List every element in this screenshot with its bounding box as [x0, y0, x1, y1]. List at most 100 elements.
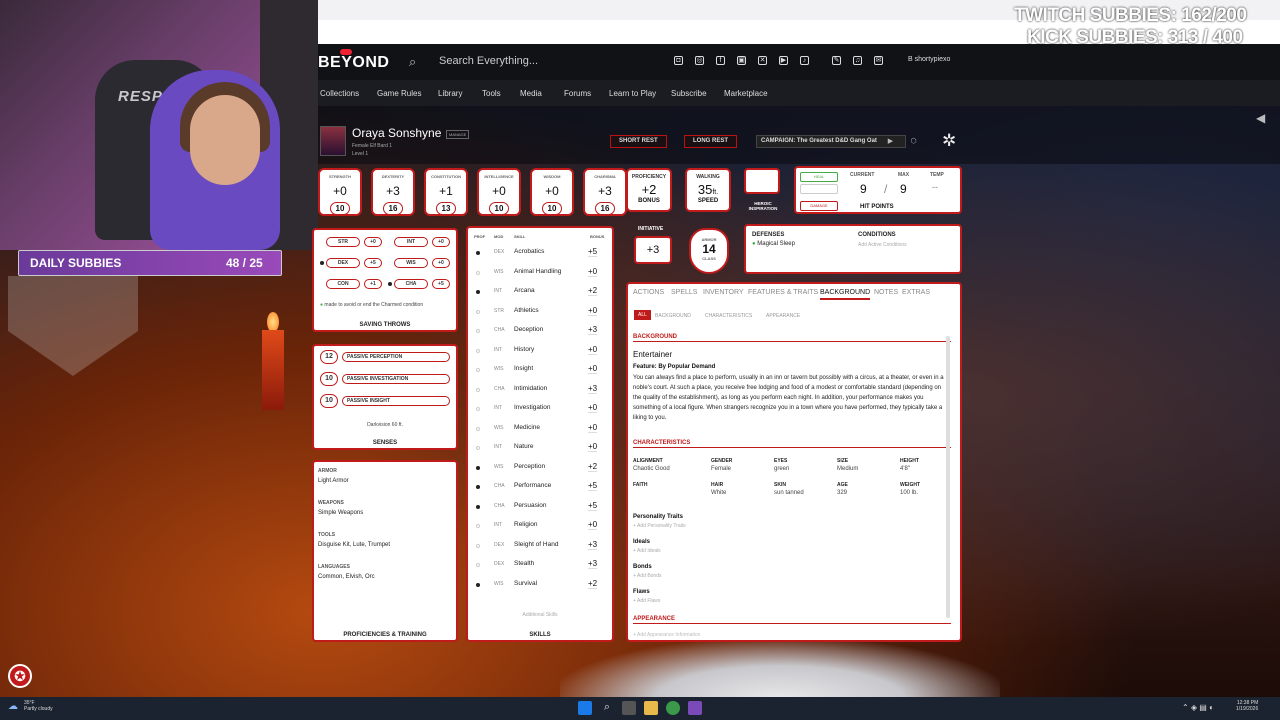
- skill-row-perception[interactable]: WIS Perception +2: [468, 461, 612, 475]
- tab-actions[interactable]: ACTIONS: [633, 289, 664, 296]
- search-taskbar-icon[interactable]: ⌕: [600, 701, 614, 715]
- additional-skills-link[interactable]: Additional Skills: [468, 612, 612, 618]
- subtab-all[interactable]: ALL: [634, 310, 651, 320]
- saving-throw-wis[interactable]: WIS +0: [386, 257, 452, 269]
- tab-spells[interactable]: SPELLS: [671, 289, 697, 296]
- skill-row-persuasion[interactable]: CHA Persuasion +5: [468, 500, 612, 514]
- app-icon[interactable]: [688, 701, 702, 715]
- menu-tools[interactable]: Tools: [482, 89, 501, 98]
- skill-row-medicine[interactable]: WIS Medicine +0: [468, 422, 612, 436]
- skill-row-stealth[interactable]: DEX Stealth +3: [468, 558, 612, 572]
- skill-row-history[interactable]: INT History +0: [468, 344, 612, 358]
- task-view-icon[interactable]: [622, 701, 636, 715]
- skill-row-performance[interactable]: CHA Performance +5: [468, 480, 612, 494]
- youtube-icon[interactable]: ▶: [779, 56, 788, 65]
- skill-row-acrobatics[interactable]: DEX Acrobatics +5: [468, 246, 612, 260]
- trait-add-link[interactable]: + Add Bonds: [633, 573, 662, 579]
- tab-extras[interactable]: EXTRAS: [902, 289, 930, 296]
- damage-button[interactable]: DAMAGE: [800, 201, 838, 211]
- ability-modifier[interactable]: +0: [320, 184, 360, 198]
- menu-media[interactable]: Media: [520, 89, 542, 98]
- dice-icon[interactable]: ⬡: [907, 135, 920, 148]
- ability-box-wisdom[interactable]: WISDOM +0 10: [530, 168, 574, 216]
- skill-row-nature[interactable]: INT Nature +0: [468, 441, 612, 455]
- trait-add-link[interactable]: + Add Flaws: [633, 598, 660, 604]
- file-explorer-icon[interactable]: [644, 701, 658, 715]
- ability-modifier[interactable]: +3: [585, 184, 625, 198]
- ability-modifier[interactable]: +0: [532, 184, 572, 198]
- menu-game-rules[interactable]: Game Rules: [377, 89, 421, 98]
- skill-row-athletics[interactable]: STR Athletics +0: [468, 305, 612, 319]
- menu-subscribe[interactable]: Subscribe: [671, 89, 707, 98]
- chat-icon[interactable]: ✉: [874, 56, 883, 65]
- heroic-inspiration-toggle[interactable]: [744, 168, 780, 194]
- site-logo[interactable]: BEYOND: [318, 49, 389, 72]
- collapse-sidebar-icon[interactable]: ◀: [1256, 111, 1265, 125]
- weather-icon[interactable]: ☁: [8, 701, 18, 712]
- skill-row-survival[interactable]: WIS Survival +2: [468, 578, 612, 592]
- speed-box[interactable]: WALKING 35ft. SPEED: [685, 168, 731, 212]
- add-appearance-link[interactable]: + Add Appearance Information: [633, 632, 700, 638]
- ability-modifier[interactable]: +3: [373, 184, 413, 198]
- system-tray-icons[interactable]: ⌃ ◈ ▤ ◐: [1182, 703, 1214, 712]
- tiktok-icon[interactable]: ♪: [800, 56, 809, 65]
- ability-box-intelligence[interactable]: INTELLIGENCE +0 10: [477, 168, 521, 216]
- saving-throw-str[interactable]: STR +0: [318, 236, 384, 248]
- hp-temp[interactable]: --: [932, 182, 938, 192]
- manage-button[interactable]: MANAGE: [446, 130, 470, 139]
- play-icon[interactable]: ▶: [884, 135, 897, 148]
- menu-marketplace[interactable]: Marketplace: [724, 89, 768, 98]
- subtab-characteristics[interactable]: CHARACTERISTICS: [705, 313, 752, 319]
- short-rest-button[interactable]: SHORT REST: [610, 135, 667, 148]
- saving-throw-cha[interactable]: CHA +5: [386, 278, 452, 290]
- skill-row-investigation[interactable]: INT Investigation +0: [468, 402, 612, 416]
- tab-background[interactable]: BACKGROUND: [820, 289, 871, 300]
- skill-row-sleight-of-hand[interactable]: DEX Sleight of Hand +3: [468, 539, 612, 553]
- tab-notes[interactable]: NOTES: [874, 289, 898, 296]
- add-conditions-link[interactable]: Add Active Conditions: [858, 242, 907, 248]
- hp-amount-input[interactable]: [800, 184, 838, 194]
- menu-library[interactable]: Library: [438, 89, 462, 98]
- hp-current[interactable]: 9: [860, 182, 867, 196]
- initiative-value[interactable]: +3: [634, 236, 672, 264]
- skill-row-religion[interactable]: INT Religion +0: [468, 519, 612, 533]
- menu-learn-to-play[interactable]: Learn to Play: [609, 89, 656, 98]
- ability-modifier[interactable]: +1: [426, 184, 466, 198]
- chrome-icon[interactable]: [666, 701, 680, 715]
- saving-throw-int[interactable]: INT +0: [386, 236, 452, 248]
- bell-icon[interactable]: ♫: [853, 56, 862, 65]
- ability-box-strength[interactable]: STRENGTH +0 10: [318, 168, 362, 216]
- skill-row-arcana[interactable]: INT Arcana +2: [468, 285, 612, 299]
- ability-box-charisma[interactable]: CHARISMA +3 16: [583, 168, 627, 216]
- edit-icon[interactable]: ✎: [832, 56, 841, 65]
- trait-add-link[interactable]: + Add Personality Traits: [633, 523, 686, 529]
- menu-forums[interactable]: Forums: [564, 89, 591, 98]
- heal-button[interactable]: HEAL: [800, 172, 838, 182]
- ability-box-constitution[interactable]: CONSTITUTION +1 13: [424, 168, 468, 216]
- twitch-icon[interactable]: ▣: [737, 56, 746, 65]
- scrollbar[interactable]: [946, 336, 950, 618]
- clock[interactable]: 12:38 PM 1/19/2026: [1236, 700, 1258, 712]
- discord-icon[interactable]: ◘: [674, 56, 683, 65]
- subtab-background[interactable]: BACKGROUND: [655, 313, 691, 319]
- character-portrait[interactable]: [320, 126, 346, 156]
- ability-box-dexterity[interactable]: DEXTERITY +3 16: [371, 168, 415, 216]
- weather-widget[interactable]: 35°F Partly cloudy: [24, 700, 53, 712]
- skill-row-deception[interactable]: CHA Deception +3: [468, 324, 612, 338]
- instagram-icon[interactable]: ◎: [695, 56, 704, 65]
- saving-throw-dex[interactable]: DEX +5: [318, 257, 384, 269]
- x-icon[interactable]: ✕: [758, 56, 767, 65]
- settings-icon[interactable]: ✲: [942, 131, 956, 151]
- stream-app-icon[interactable]: ✪: [8, 664, 32, 688]
- saving-throw-con[interactable]: CON +1: [318, 278, 384, 290]
- long-rest-button[interactable]: LONG REST: [684, 135, 738, 148]
- facebook-icon[interactable]: f: [716, 56, 725, 65]
- user-menu[interactable]: B shortypiexo: [908, 56, 950, 63]
- tab-features-traits[interactable]: FEATURES & TRAITS: [748, 289, 818, 296]
- skill-row-intimidation[interactable]: CHA Intimidation +3: [468, 383, 612, 397]
- ability-modifier[interactable]: +0: [479, 184, 519, 198]
- start-icon[interactable]: [578, 701, 592, 715]
- trait-add-link[interactable]: + Add Ideals: [633, 548, 661, 554]
- skill-row-animal-handling[interactable]: WIS Animal Handling +0: [468, 266, 612, 280]
- subtab-appearance[interactable]: APPEARANCE: [766, 313, 800, 319]
